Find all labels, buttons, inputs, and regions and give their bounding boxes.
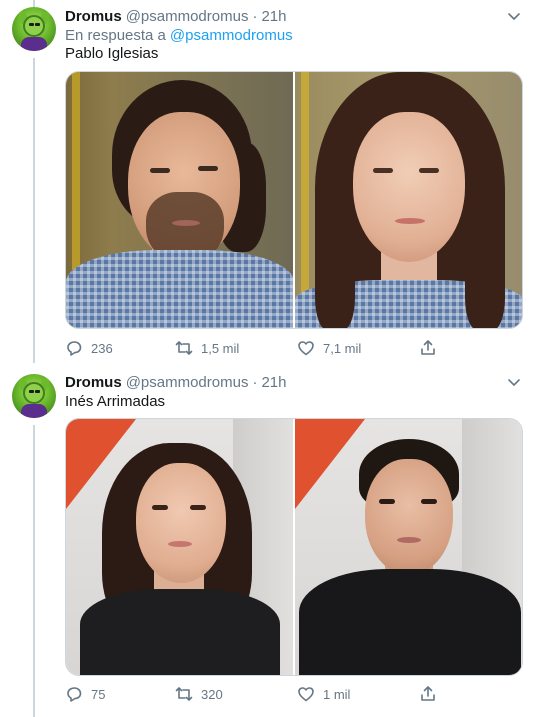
share-button[interactable] bbox=[419, 685, 459, 703]
like-count: 1 mil bbox=[323, 686, 351, 702]
reply-count: 236 bbox=[91, 340, 113, 356]
tweet-header: Dromus @psammodromus · 21h bbox=[65, 7, 286, 25]
retweet-count: 1,5 mil bbox=[201, 340, 240, 356]
caret-down-icon[interactable] bbox=[506, 376, 522, 390]
tweet[interactable]: Dromus @psammodromus · 21h En respuesta … bbox=[0, 0, 534, 366]
tweet-actions: 75 320 1 mil bbox=[65, 685, 465, 703]
avatar[interactable] bbox=[12, 7, 56, 51]
photo-original[interactable] bbox=[66, 419, 293, 675]
tweet-actions: 236 1,5 mil 7,1 mil bbox=[65, 339, 465, 357]
reply-mention-link[interactable]: @psammodromus bbox=[170, 27, 293, 44]
like-button[interactable]: 7,1 mil bbox=[297, 339, 419, 357]
separator: · bbox=[252, 7, 258, 25]
reply-button[interactable]: 75 bbox=[65, 685, 175, 703]
photo-transformed[interactable] bbox=[295, 419, 522, 675]
retweet-icon bbox=[175, 685, 193, 703]
like-button[interactable]: 1 mil bbox=[297, 685, 419, 703]
tweet-text: Inés Arrimadas bbox=[65, 393, 166, 410]
tweet-text: Pablo Iglesias bbox=[65, 45, 159, 62]
reply-context: En respuesta a @psammodromus bbox=[65, 27, 293, 44]
like-icon bbox=[297, 339, 315, 357]
reply-count: 75 bbox=[91, 686, 106, 702]
tweet-media[interactable] bbox=[65, 71, 523, 329]
reply-button[interactable]: 236 bbox=[65, 339, 175, 357]
tweet-timestamp[interactable]: 21h bbox=[261, 8, 286, 25]
separator: · bbox=[252, 373, 258, 391]
share-icon bbox=[419, 685, 437, 703]
avatar[interactable] bbox=[12, 374, 56, 418]
photo-original[interactable] bbox=[66, 72, 293, 328]
like-icon bbox=[297, 685, 315, 703]
retweet-button[interactable]: 320 bbox=[175, 685, 297, 703]
like-count: 7,1 mil bbox=[323, 340, 362, 356]
author-name[interactable]: Dromus bbox=[65, 374, 122, 391]
author-name[interactable]: Dromus bbox=[65, 8, 122, 25]
share-button[interactable] bbox=[419, 339, 459, 357]
author-handle[interactable]: @psammodromus bbox=[126, 374, 249, 391]
caret-down-icon[interactable] bbox=[506, 10, 522, 24]
tweet-media[interactable] bbox=[65, 418, 523, 676]
author-handle[interactable]: @psammodromus bbox=[126, 8, 249, 25]
tweet-header: Dromus @psammodromus · 21h bbox=[65, 373, 286, 391]
retweet-button[interactable]: 1,5 mil bbox=[175, 339, 297, 357]
reply-prefix: En respuesta a bbox=[65, 27, 166, 44]
photo-transformed[interactable] bbox=[295, 72, 522, 328]
retweet-icon bbox=[175, 339, 193, 357]
reply-icon bbox=[65, 685, 83, 703]
tweet-timestamp[interactable]: 21h bbox=[261, 374, 286, 391]
reply-icon bbox=[65, 339, 83, 357]
retweet-count: 320 bbox=[201, 686, 223, 702]
share-icon bbox=[419, 339, 437, 357]
tweet[interactable]: Dromus @psammodromus · 21h Inés Arrimada… bbox=[0, 366, 534, 717]
